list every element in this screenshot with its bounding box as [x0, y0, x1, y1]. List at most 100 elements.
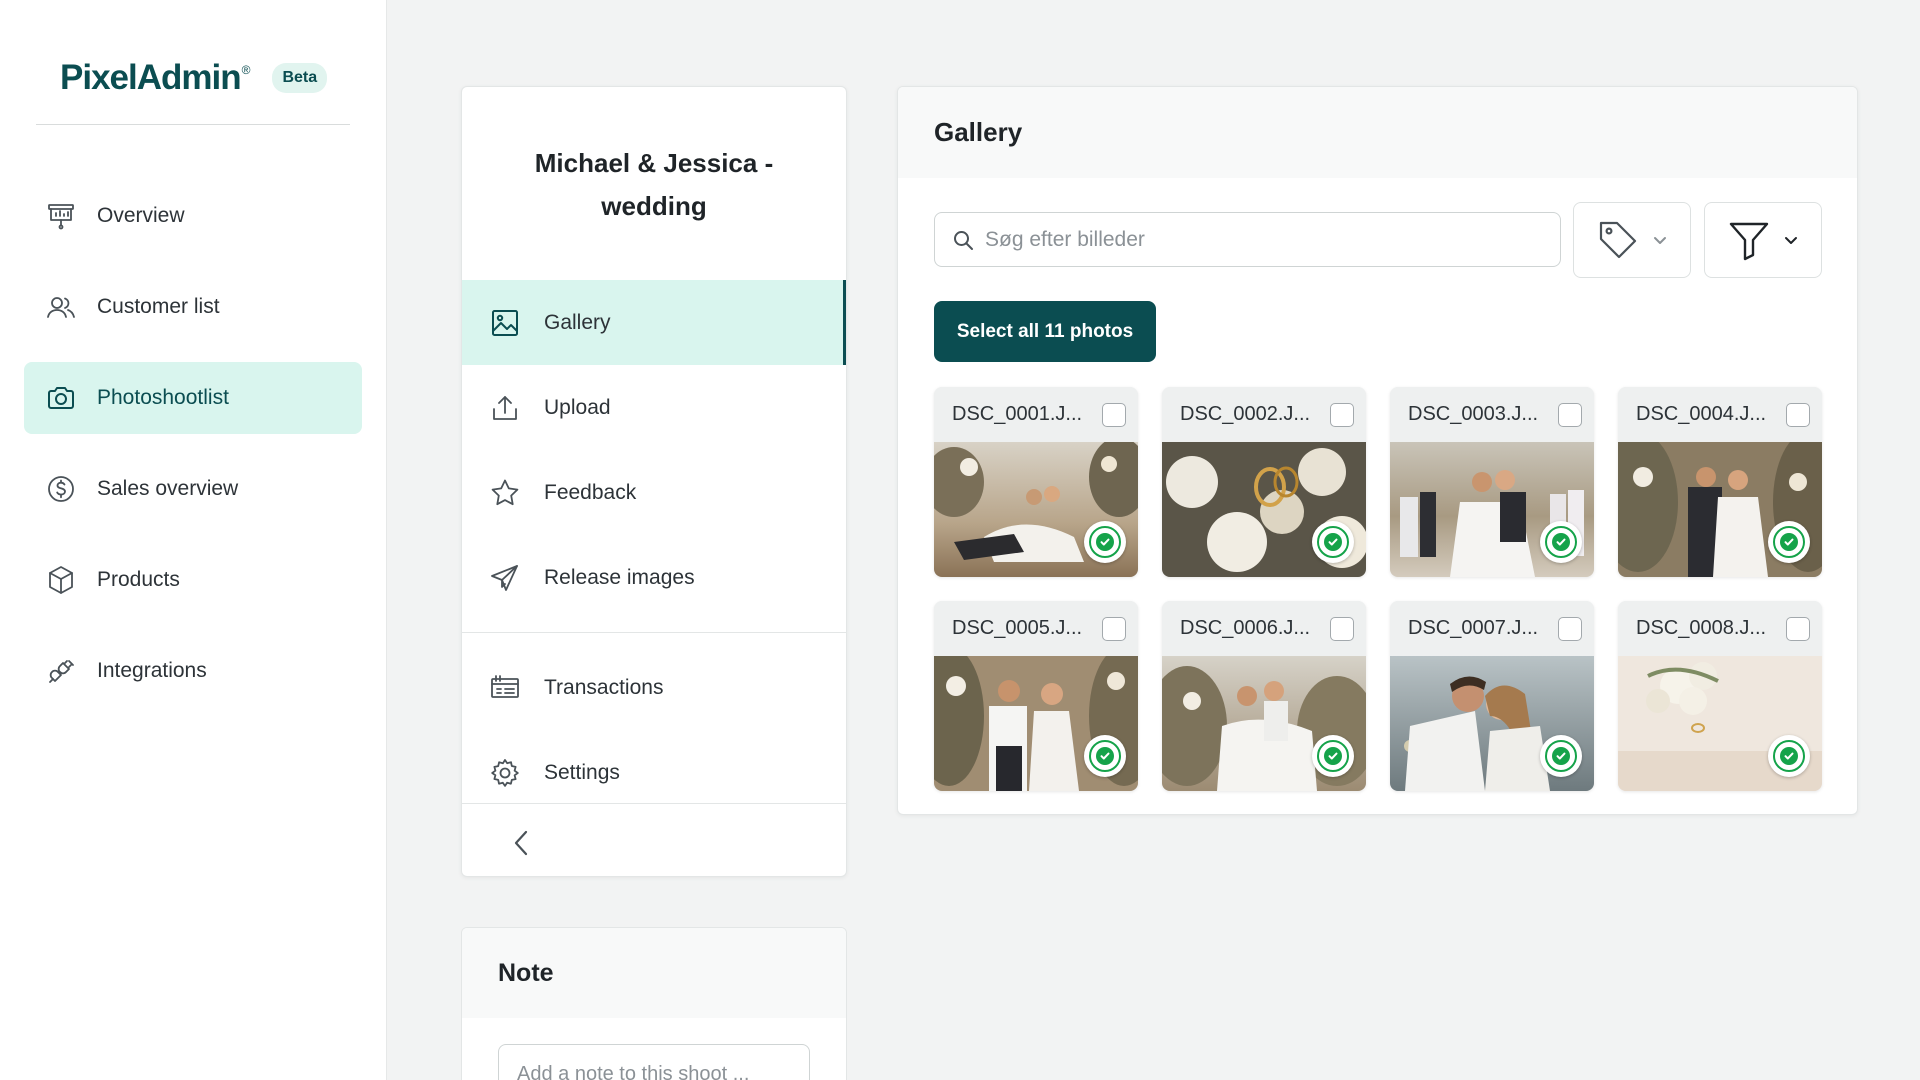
- main-sidebar: PixelAdmin ® Beta Overview Customer list: [0, 0, 387, 1080]
- photo-card[interactable]: DSC_0005.J...: [934, 601, 1138, 791]
- photo-thumbnail[interactable]: [1390, 442, 1594, 577]
- filter-dropdown[interactable]: [1704, 202, 1822, 278]
- photo-filename: DSC_0004.J...: [1636, 403, 1767, 425]
- brand-name: PixelAdmin: [60, 58, 242, 97]
- approved-status-icon: [1768, 521, 1810, 563]
- menu-label: Feedback: [544, 480, 637, 504]
- photo-thumbnail[interactable]: [934, 442, 1138, 577]
- menu-label: Release images: [544, 565, 695, 589]
- photo-select-checkbox[interactable]: [1558, 616, 1582, 641]
- approved-status-icon: [1540, 735, 1582, 777]
- photo-select-checkbox[interactable]: [1330, 616, 1354, 641]
- photo-thumbnail[interactable]: [934, 656, 1138, 791]
- photo-filename: DSC_0006.J...: [1180, 617, 1311, 639]
- menu-item-feedback[interactable]: Feedback: [462, 450, 846, 535]
- tag-icon: [1599, 221, 1637, 259]
- presentation-board-icon: [44, 199, 78, 233]
- filter-icon: [1729, 222, 1769, 261]
- panel-footer-divider: [462, 803, 846, 804]
- nav-item-sales-overview[interactable]: Sales overview: [24, 453, 362, 525]
- search-icon: [954, 230, 973, 250]
- brand-logo[interactable]: PixelAdmin ® Beta: [60, 58, 328, 98]
- gallery-panel: Gallery Select all 11 photos DSC_0001.J.…: [897, 86, 1858, 815]
- nav-item-customer-list[interactable]: Customer list: [24, 271, 362, 343]
- photo-select-checkbox[interactable]: [1102, 402, 1126, 427]
- photo-card-header: DSC_0005.J...: [934, 601, 1138, 656]
- note-panel: Note: [461, 927, 847, 1080]
- menu-label: Upload: [544, 395, 611, 419]
- transactions-icon: [489, 672, 521, 704]
- photo-filename: DSC_0005.J...: [952, 617, 1083, 639]
- users-icon: [44, 290, 78, 324]
- menu-item-release-images[interactable]: Release images: [462, 535, 846, 620]
- photo-card[interactable]: DSC_0002.J...: [1162, 387, 1366, 577]
- photo-card[interactable]: DSC_0003.J...: [1390, 387, 1594, 577]
- shoot-panel: Michael & Jessica - wedding Gallery Uplo…: [461, 86, 847, 877]
- photo-thumbnail[interactable]: [1618, 656, 1822, 791]
- nav-item-integrations[interactable]: Integrations: [24, 635, 362, 707]
- photo-select-checkbox[interactable]: [1558, 402, 1582, 427]
- nav-label: Photoshootlist: [97, 386, 229, 409]
- nav-item-products[interactable]: Products: [24, 544, 362, 616]
- gear-icon: [489, 757, 521, 789]
- photo-filename: DSC_0008.J...: [1636, 617, 1767, 639]
- photo-select-checkbox[interactable]: [1330, 402, 1354, 427]
- photo-select-checkbox[interactable]: [1102, 616, 1126, 641]
- photo-card[interactable]: DSC_0008.J...: [1618, 601, 1822, 791]
- approved-status-icon: [1084, 521, 1126, 563]
- box-icon: [44, 563, 78, 597]
- chevron-down-icon: [1654, 237, 1666, 244]
- photo-thumbnail[interactable]: [1618, 442, 1822, 577]
- photo-card[interactable]: DSC_0006.J...: [1162, 601, 1366, 791]
- photo-card-header: DSC_0006.J...: [1162, 601, 1366, 656]
- search-input[interactable]: [985, 227, 1560, 252]
- gallery-title: Gallery: [898, 87, 1857, 178]
- image-icon: [489, 307, 521, 339]
- photo-select-checkbox[interactable]: [1786, 616, 1810, 641]
- approved-status-icon: [1540, 521, 1582, 563]
- nav-item-overview[interactable]: Overview: [24, 180, 362, 252]
- note-title: Note: [462, 928, 846, 1018]
- tag-filter-dropdown[interactable]: [1573, 202, 1691, 278]
- photo-thumbnail[interactable]: [1390, 656, 1594, 791]
- nav-label: Customer list: [97, 295, 220, 318]
- photo-filename: DSC_0002.J...: [1180, 403, 1311, 425]
- photo-card-header: DSC_0007.J...: [1390, 601, 1594, 656]
- photo-filename: DSC_0003.J...: [1408, 403, 1539, 425]
- photo-filename: DSC_0007.J...: [1408, 617, 1539, 639]
- menu-label: Transactions: [544, 675, 664, 699]
- nav-item-photoshootlist[interactable]: Photoshootlist: [24, 362, 362, 434]
- menu-label: Gallery: [544, 310, 611, 334]
- camera-icon: [44, 381, 78, 415]
- photo-card[interactable]: DSC_0001.J...: [934, 387, 1138, 577]
- approved-status-icon: [1084, 735, 1126, 777]
- brand-divider: [36, 124, 350, 125]
- chevron-left-icon: [514, 830, 528, 856]
- note-input[interactable]: [498, 1044, 810, 1080]
- nav-label: Overview: [97, 204, 185, 227]
- photo-card-header: DSC_0008.J...: [1618, 601, 1822, 656]
- photo-card-header: DSC_0002.J...: [1162, 387, 1366, 442]
- collapse-panel-button[interactable]: [502, 823, 542, 863]
- approved-status-icon: [1312, 735, 1354, 777]
- photo-select-checkbox[interactable]: [1786, 402, 1810, 427]
- nav-label: Products: [97, 568, 180, 591]
- menu-item-transactions[interactable]: Transactions: [462, 645, 846, 730]
- menu-item-gallery[interactable]: Gallery: [462, 280, 846, 365]
- menu-divider: [462, 632, 846, 633]
- photo-thumbnail[interactable]: [1162, 656, 1366, 791]
- shoot-menu: Gallery Upload Feedback Release images T…: [462, 280, 846, 815]
- menu-item-upload[interactable]: Upload: [462, 365, 846, 450]
- photo-card[interactable]: DSC_0004.J...: [1618, 387, 1822, 577]
- photo-thumbnail[interactable]: [1162, 442, 1366, 577]
- photo-card[interactable]: DSC_0007.J...: [1390, 601, 1594, 791]
- send-icon: [489, 562, 521, 594]
- photo-filename: DSC_0001.J...: [952, 403, 1083, 425]
- shoot-title: Michael & Jessica - wedding: [534, 148, 774, 221]
- search-box: [934, 212, 1561, 267]
- beta-badge: Beta: [272, 63, 328, 93]
- star-icon: [489, 477, 521, 509]
- select-all-button[interactable]: Select all 11 photos: [934, 301, 1156, 362]
- chevron-down-icon: [1785, 237, 1797, 244]
- menu-label: Settings: [544, 760, 620, 784]
